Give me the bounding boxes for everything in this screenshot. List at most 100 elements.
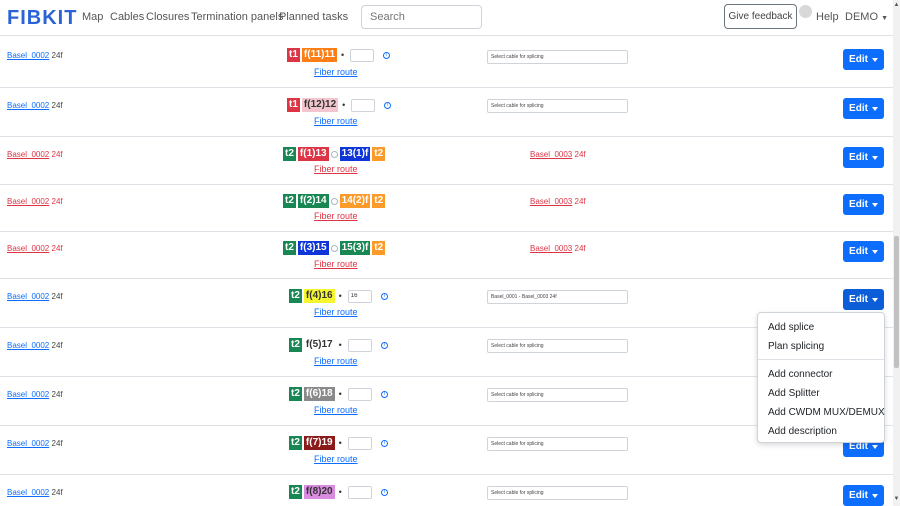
search-input[interactable] bbox=[361, 5, 482, 29]
nav-link-map[interactable]: Map bbox=[82, 11, 103, 23]
fiber-row: Basel_0002 24f t2 f(8)20 • i Select cabl… bbox=[0, 475, 893, 506]
cable-select[interactable]: Select cable for splicing bbox=[487, 50, 628, 64]
splice-number-input[interactable] bbox=[347, 436, 372, 450]
scroll-thumb[interactable] bbox=[894, 236, 899, 368]
right-fiber-tag: 14(2)f bbox=[339, 194, 371, 208]
left-cable-size: 24f bbox=[51, 51, 63, 60]
right-cable-size: 24f bbox=[574, 150, 586, 159]
left-cable-link[interactable]: Basel_0002 bbox=[7, 390, 49, 399]
edit-button[interactable]: Edit bbox=[843, 485, 884, 506]
cable-select[interactable]: Select cable for splicing bbox=[487, 437, 628, 451]
left-cable-link[interactable]: Basel_0002 bbox=[7, 439, 49, 448]
nav-link-cables[interactable]: Cables bbox=[110, 11, 144, 23]
fiber-route-link[interactable]: Fiber route bbox=[314, 307, 358, 317]
fiber-row: Basel_0002 24f t1 f(11)11 • i Fiber rout… bbox=[0, 37, 893, 88]
info-icon[interactable]: i bbox=[384, 101, 392, 109]
edit-button[interactable]: Edit bbox=[843, 147, 884, 168]
scroll-down-arrow-icon[interactable]: ▼ bbox=[893, 496, 900, 502]
right-fiber-tag: 13(1)f bbox=[339, 147, 371, 161]
left-cable-link[interactable]: Basel_0002 bbox=[7, 244, 49, 253]
fiber-tag: f(1)13 bbox=[297, 147, 329, 161]
menu-item-add-splice[interactable]: Add splice bbox=[768, 322, 814, 333]
user-menu-toggle[interactable]: DEMO ▼ bbox=[845, 11, 888, 23]
menu-divider bbox=[758, 359, 884, 360]
splice-number-input[interactable] bbox=[347, 387, 372, 401]
splice-number-input[interactable] bbox=[347, 485, 372, 499]
splice-circle-icon bbox=[330, 244, 338, 252]
caret-down-icon bbox=[871, 57, 878, 62]
brand-logo[interactable]: FIBKIT bbox=[7, 7, 77, 30]
splice-circle-icon bbox=[330, 197, 338, 205]
right-cable-size: 24f bbox=[574, 197, 586, 206]
fiber-tag: f(3)15 bbox=[297, 241, 329, 255]
info-icon[interactable]: i bbox=[380, 439, 388, 447]
info-icon[interactable]: i bbox=[380, 341, 388, 349]
left-cable-size: 24f bbox=[51, 244, 63, 253]
nav-link-termination-panels[interactable]: Termination panels bbox=[191, 11, 283, 23]
fiber-tag: f(4)16 bbox=[303, 289, 335, 303]
cable-select[interactable]: Select cable for splicing bbox=[487, 486, 628, 500]
splice-number-input[interactable] bbox=[350, 48, 375, 62]
fiber-tag: f(12)12 bbox=[301, 98, 339, 112]
fiber-route-link[interactable]: Fiber route bbox=[314, 405, 358, 415]
menu-item-add-cwdm-mux-demux[interactable]: Add CWDM MUX/DEMUX bbox=[768, 407, 885, 418]
left-cable-size: 24f bbox=[51, 101, 63, 110]
page-scrollbar[interactable]: ▲ ▼ bbox=[893, 0, 900, 506]
edit-button[interactable]: Edit bbox=[843, 194, 884, 215]
menu-item-add-description[interactable]: Add description bbox=[768, 426, 837, 437]
cable-select[interactable]: Select cable for splicing bbox=[487, 339, 628, 353]
left-cable-link[interactable]: Basel_0002 bbox=[7, 488, 49, 497]
caret-down-icon bbox=[871, 106, 878, 111]
cable-select[interactable]: Select cable for splicing bbox=[487, 99, 628, 113]
fiber-route-link[interactable]: Fiber route bbox=[314, 259, 358, 269]
fiber-route-link[interactable]: Fiber route bbox=[314, 211, 358, 221]
fiber-tag: f(5)17 bbox=[303, 338, 335, 352]
nav-link-help[interactable]: Help bbox=[816, 11, 839, 23]
info-icon[interactable]: i bbox=[380, 390, 388, 398]
edit-button[interactable]: Edit bbox=[843, 49, 884, 70]
tube-tag: t2 bbox=[289, 436, 302, 450]
left-cable-link[interactable]: Basel_0002 bbox=[7, 292, 49, 301]
right-cable-link[interactable]: Basel_0003 bbox=[530, 197, 572, 206]
separator-dot: • bbox=[338, 438, 342, 448]
nav-link-planned-tasks[interactable]: Planned tasks bbox=[279, 11, 348, 23]
left-cable-link[interactable]: Basel_0002 bbox=[7, 341, 49, 350]
nav-link-closures[interactable]: Closures bbox=[146, 11, 189, 23]
splice-number-input[interactable] bbox=[347, 289, 372, 303]
caret-down-icon bbox=[871, 155, 878, 160]
edit-button[interactable]: Edit bbox=[843, 241, 884, 262]
caret-down-icon bbox=[871, 444, 878, 449]
menu-item-plan-splicing[interactable]: Plan splicing bbox=[768, 341, 824, 352]
left-cable-link[interactable]: Basel_0002 bbox=[7, 197, 49, 206]
right-tube-tag: t2 bbox=[372, 147, 386, 161]
left-cable-link[interactable]: Basel_0002 bbox=[7, 101, 49, 110]
fiber-route-link[interactable]: Fiber route bbox=[314, 67, 358, 77]
fiber-route-link[interactable]: Fiber route bbox=[314, 454, 358, 464]
right-cable-link[interactable]: Basel_0003 bbox=[530, 244, 572, 253]
right-cable-link[interactable]: Basel_0003 bbox=[530, 150, 572, 159]
left-cable-link[interactable]: Basel_0002 bbox=[7, 150, 49, 159]
cable-select[interactable]: Basel_0001 - Basel_0003 24f bbox=[487, 290, 628, 304]
cable-select[interactable]: Select cable for splicing bbox=[487, 388, 628, 402]
give-feedback-button[interactable]: Give feedback bbox=[724, 4, 797, 29]
menu-item-add-connector[interactable]: Add connector bbox=[768, 369, 833, 380]
left-cable-link[interactable]: Basel_0002 bbox=[7, 51, 49, 60]
fiber-tag: f(7)19 bbox=[303, 436, 335, 450]
fiber-route-link[interactable]: Fiber route bbox=[314, 356, 358, 366]
fiber-tag: f(8)20 bbox=[303, 485, 335, 499]
info-icon[interactable]: i bbox=[380, 292, 388, 300]
info-icon[interactable]: i bbox=[383, 51, 391, 59]
edit-button[interactable]: Edit bbox=[843, 98, 884, 119]
info-icon[interactable]: i bbox=[380, 488, 388, 496]
splice-number-input[interactable] bbox=[347, 338, 372, 352]
tube-tag: t2 bbox=[289, 289, 302, 303]
scroll-up-arrow-icon[interactable]: ▲ bbox=[893, 2, 900, 8]
splice-number-input[interactable] bbox=[351, 98, 376, 112]
chevron-down-icon: ▼ bbox=[881, 15, 888, 22]
fiber-route-link[interactable]: Fiber route bbox=[314, 164, 358, 174]
edit-button[interactable]: Edit bbox=[843, 289, 884, 310]
menu-item-add-splitter[interactable]: Add Splitter bbox=[768, 388, 820, 399]
fiber-route-link[interactable]: Fiber route bbox=[314, 116, 358, 126]
edit-label: Edit bbox=[849, 490, 868, 501]
left-cable-size: 24f bbox=[51, 341, 63, 350]
